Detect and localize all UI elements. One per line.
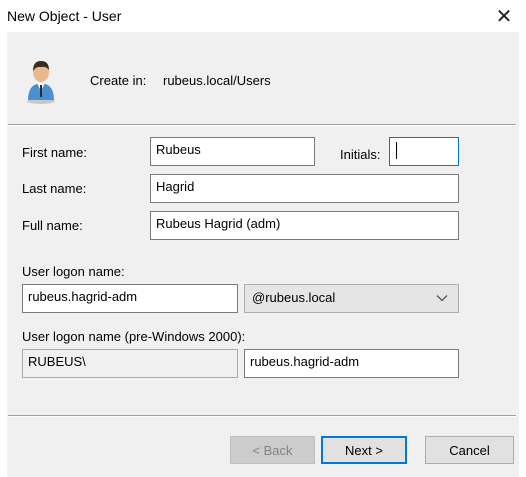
- create-in-label: Create in:: [90, 73, 147, 88]
- user-icon: [27, 61, 55, 104]
- first-name-label: First name:: [22, 145, 88, 160]
- logon-name-label: User logon name:: [22, 264, 125, 279]
- back-button[interactable]: < Back: [230, 436, 315, 464]
- first-name-input[interactable]: Rubeus: [150, 137, 315, 166]
- separator: [8, 415, 516, 417]
- pre2000-label: User logon name (pre-Windows 2000):: [22, 329, 246, 344]
- domain-select[interactable]: @rubeus.local: [244, 284, 459, 313]
- initials-input[interactable]: [389, 137, 459, 166]
- dialog-body: [7, 32, 519, 477]
- window-title: New Object - User: [7, 8, 122, 24]
- last-name-input[interactable]: Hagrid: [150, 174, 459, 203]
- title-bar: New Object - User ✕: [0, 0, 526, 32]
- initials-label: Initials:: [340, 147, 381, 162]
- close-icon: ✕: [495, 5, 513, 28]
- pre2000-domain-field: RUBEUS\: [22, 349, 238, 378]
- cancel-button[interactable]: Cancel: [425, 436, 514, 464]
- close-button[interactable]: ✕: [484, 0, 524, 32]
- chevron-down-icon: [436, 295, 448, 302]
- full-name-label: Full name:: [22, 218, 83, 233]
- domain-select-value: @rubeus.local: [252, 290, 336, 305]
- full-name-input[interactable]: Rubeus Hagrid (adm): [150, 211, 459, 240]
- separator: [8, 124, 516, 126]
- last-name-label: Last name:: [22, 181, 87, 196]
- text-caret: [396, 142, 397, 160]
- next-button[interactable]: Next >: [321, 436, 407, 464]
- logon-name-input[interactable]: rubeus.hagrid-adm: [22, 284, 238, 313]
- create-in-path: rubeus.local/Users: [163, 73, 271, 88]
- pre2000-logon-input[interactable]: rubeus.hagrid-adm: [244, 349, 459, 378]
